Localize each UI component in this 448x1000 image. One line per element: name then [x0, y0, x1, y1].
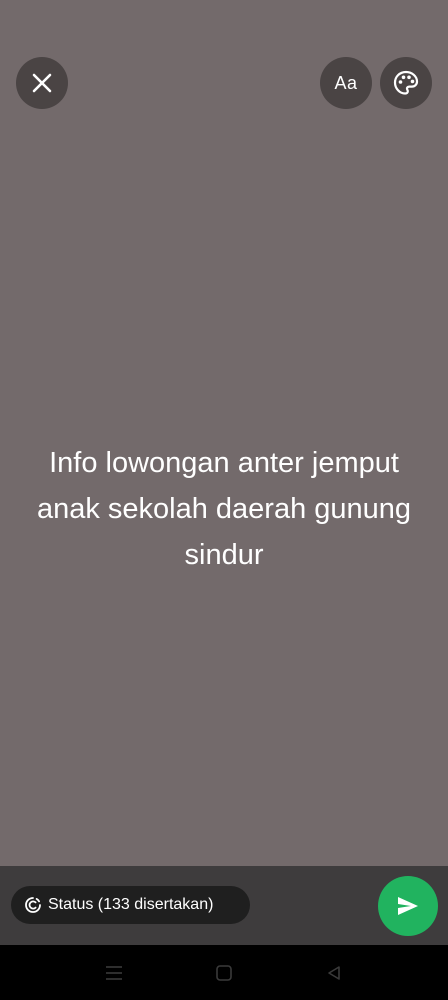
send-button[interactable] — [378, 876, 438, 936]
audience-label: Status (133 disertakan) — [48, 896, 214, 913]
nav-home-button[interactable] — [209, 958, 239, 988]
status-text[interactable]: Info lowongan anter jemput anak sekolah … — [24, 440, 424, 578]
send-icon — [398, 897, 418, 915]
close-icon — [32, 73, 52, 93]
background-color-button[interactable] — [380, 57, 432, 109]
close-button[interactable] — [16, 57, 68, 109]
status-composer-screen: Aa Info lowongan anter jemput anak sekol… — [0, 0, 448, 1000]
audience-selector[interactable]: Status (133 disertakan) — [11, 886, 250, 924]
system-navigation-bar — [0, 945, 448, 1000]
bottom-bar: Status (133 disertakan) — [0, 866, 448, 945]
palette-icon — [393, 70, 419, 95]
nav-menu-button[interactable] — [99, 958, 129, 988]
back-icon — [328, 966, 340, 980]
status-icon — [24, 896, 42, 914]
menu-icon — [106, 966, 122, 980]
home-icon — [216, 965, 232, 981]
font-style-button[interactable]: Aa — [320, 57, 372, 109]
nav-back-button[interactable] — [319, 958, 349, 988]
font-style-label: Aa — [334, 72, 358, 93]
